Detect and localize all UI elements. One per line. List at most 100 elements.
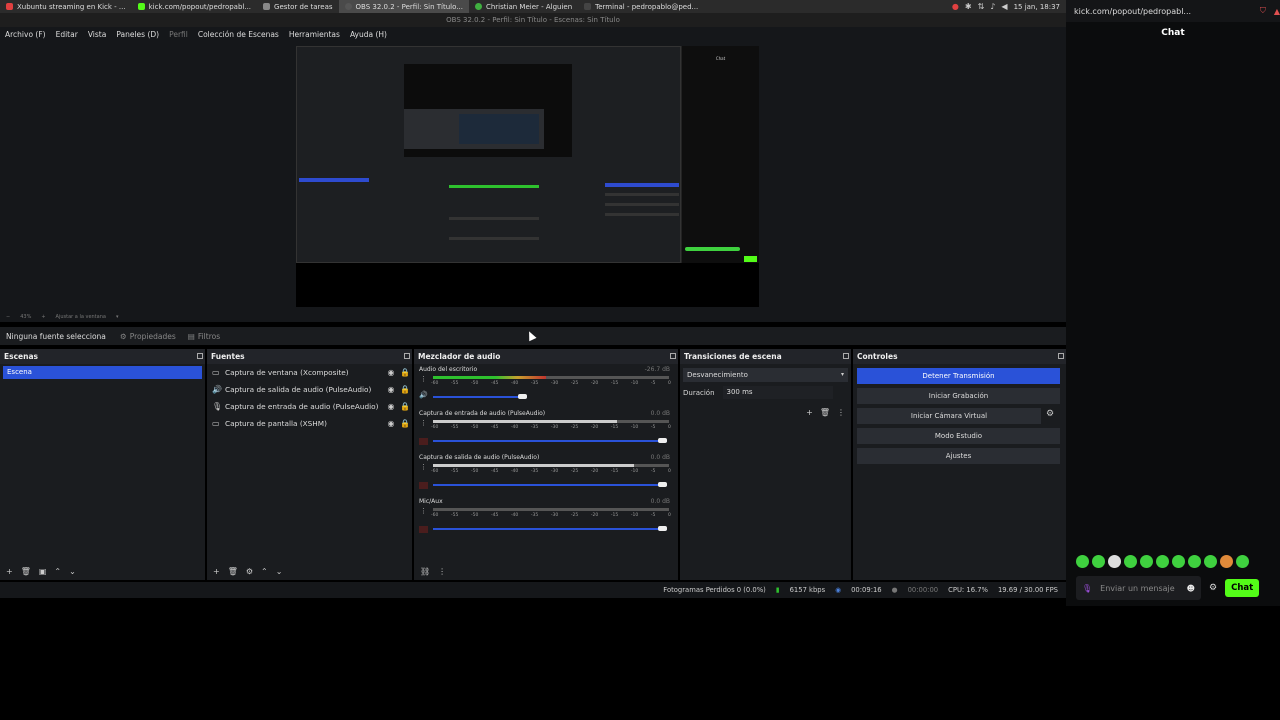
more-icon[interactable]: ⋮ (837, 408, 845, 417)
chrome-icon[interactable]: ● (952, 2, 959, 11)
menu-tools[interactable]: Herramientas (284, 30, 345, 39)
eye-icon[interactable]: ◉ (384, 368, 398, 377)
filters-button[interactable]: ▤ Filtros (188, 332, 220, 341)
settings-button[interactable]: Ajustes (857, 448, 1060, 464)
chevron-down-icon[interactable]: ⌄ (69, 567, 76, 576)
source-item[interactable]: ▭ Captura de ventana (Xcomposite) ◉ 🔒 (207, 364, 412, 381)
muted-speaker-icon[interactable] (419, 438, 428, 445)
chevron-down-icon[interactable]: ⌄ (276, 567, 283, 576)
volume-knob[interactable] (658, 438, 667, 443)
tab-music[interactable]: Christian Meier - Alguien (469, 0, 578, 13)
network-icon[interactable]: ⇅ (978, 2, 985, 11)
undock-icon[interactable] (1058, 353, 1064, 359)
gear-icon[interactable]: ⚙ (1046, 409, 1054, 419)
lock-icon[interactable]: 🔒 (398, 419, 412, 428)
lock-icon[interactable]: 🔒 (398, 368, 412, 377)
chevron-up-icon[interactable]: ⌃ (54, 567, 61, 576)
more-icon[interactable]: ⋮ (420, 507, 427, 515)
menu-file[interactable]: Archivo (F) (0, 30, 51, 39)
chat-url[interactable]: kick.com/popout/pedropabl... (1074, 7, 1252, 16)
menu-docks[interactable]: Paneles (D) (111, 30, 164, 39)
undock-icon[interactable] (197, 353, 203, 359)
more-icon[interactable]: ⋮ (438, 567, 446, 576)
tab-xubuntu[interactable]: Xubuntu streaming en Kick - ... (0, 0, 132, 13)
source-item[interactable]: ▭ Captura de pantalla (XSHM) ◉ 🔒 (207, 415, 412, 432)
volume-slider[interactable] (433, 484, 667, 486)
undock-icon[interactable] (404, 353, 410, 359)
chat-input[interactable]: 🎙 Enviar un mensaje ☻ (1076, 576, 1201, 600)
undock-icon[interactable] (670, 353, 676, 359)
trash-icon[interactable]: 🗑 (820, 408, 830, 417)
muted-speaker-icon[interactable] (419, 526, 428, 533)
menu-profile[interactable]: Perfil (164, 30, 193, 39)
tab-terminal[interactable]: Terminal - pedropablo@ped... (578, 0, 704, 13)
emote[interactable] (1092, 555, 1105, 568)
trash-icon[interactable]: 🗑 (228, 567, 238, 576)
speaker-icon[interactable]: 🔊 (419, 391, 428, 399)
virtual-camera-button[interactable]: Iniciar Cámara Virtual (857, 408, 1041, 424)
warning-icon[interactable]: ▲ (1274, 7, 1280, 16)
emote[interactable] (1076, 555, 1089, 568)
notification-icon[interactable]: ♪ (990, 2, 995, 11)
gear-icon[interactable]: ⚙ (1209, 583, 1217, 593)
gear-icon[interactable]: ⚙ (246, 567, 253, 576)
volume-icon[interactable]: ◀ (1001, 2, 1007, 11)
source-item[interactable]: 🎙 Captura de entrada de audio (PulseAudi… (207, 398, 412, 415)
chevron-down-icon[interactable]: ▾ (116, 314, 119, 320)
volume-slider[interactable] (433, 396, 527, 398)
mic-icon[interactable]: 🎙 (1082, 584, 1092, 593)
menu-help[interactable]: Ayuda (H) (345, 30, 392, 39)
emote[interactable] (1220, 555, 1233, 568)
volume-knob[interactable] (517, 394, 527, 399)
trash-icon[interactable]: 🗑 (21, 567, 31, 576)
undock-icon[interactable] (843, 353, 849, 359)
menu-scene-collection[interactable]: Colección de Escenas (193, 30, 284, 39)
preview-canvas[interactable]: Chat (296, 46, 759, 307)
emote[interactable] (1156, 555, 1169, 568)
volume-slider[interactable] (433, 528, 667, 530)
clock[interactable]: 15 jan, 18:37 (1014, 3, 1060, 11)
eye-icon[interactable]: ◉ (384, 402, 398, 411)
add-icon[interactable]: + (6, 567, 13, 576)
duration-input[interactable]: 300 ms (722, 386, 833, 399)
volume-knob[interactable] (658, 526, 667, 531)
volume-knob[interactable] (658, 482, 667, 487)
emoji-icon[interactable]: ☻ (1187, 584, 1201, 593)
studio-mode-button[interactable]: Modo Estudio (857, 428, 1060, 444)
tab-kick[interactable]: kick.com/popout/pedropabl... (132, 0, 257, 13)
emote[interactable] (1108, 555, 1121, 568)
more-icon[interactable]: ⋮ (420, 463, 427, 471)
bluetooth-icon[interactable]: ✱ (965, 2, 972, 11)
add-icon[interactable]: + (213, 567, 220, 576)
tab-obs[interactable]: OBS 32.0.2 - Perfil: Sin Título... (338, 0, 469, 13)
chevron-up-icon[interactable]: ⌃ (261, 567, 268, 576)
emote[interactable] (1124, 555, 1137, 568)
volume-slider[interactable] (433, 440, 667, 442)
lock-icon[interactable]: 🔒 (398, 385, 412, 394)
emote[interactable] (1236, 555, 1249, 568)
eye-icon[interactable]: ◉ (384, 419, 398, 428)
stop-stream-button[interactable]: Detener Transmisión (857, 368, 1060, 384)
scene-item[interactable]: Escena (3, 366, 202, 379)
eye-icon[interactable]: ◉ (384, 385, 398, 394)
muted-speaker-icon[interactable] (419, 482, 428, 489)
zoom-fit-select[interactable]: Ajustar a la ventana (56, 314, 106, 320)
filter-icon[interactable]: ▣ (39, 567, 47, 576)
tab-task-manager[interactable]: Gestor de tareas (257, 0, 339, 13)
zoom-in-button[interactable]: + (41, 314, 45, 320)
emote[interactable] (1204, 555, 1217, 568)
properties-button[interactable]: ⚙ Propiedades (120, 332, 176, 341)
zoom-out-button[interactable]: − (6, 314, 10, 320)
more-icon[interactable]: ⋮ (420, 419, 427, 427)
link-icon[interactable]: ⛓ (420, 567, 430, 576)
start-recording-button[interactable]: Iniciar Grabación (857, 388, 1060, 404)
shield-icon[interactable]: ⛉ (1260, 6, 1266, 16)
emote[interactable] (1140, 555, 1153, 568)
lock-icon[interactable]: 🔒 (398, 402, 412, 411)
more-icon[interactable]: ⋮ (420, 375, 427, 383)
add-icon[interactable]: + (806, 408, 813, 417)
chat-send-button[interactable]: Chat (1225, 579, 1260, 597)
transition-select[interactable]: Desvanecimiento ▾ (683, 368, 848, 382)
emote[interactable] (1172, 555, 1185, 568)
emote[interactable] (1188, 555, 1201, 568)
